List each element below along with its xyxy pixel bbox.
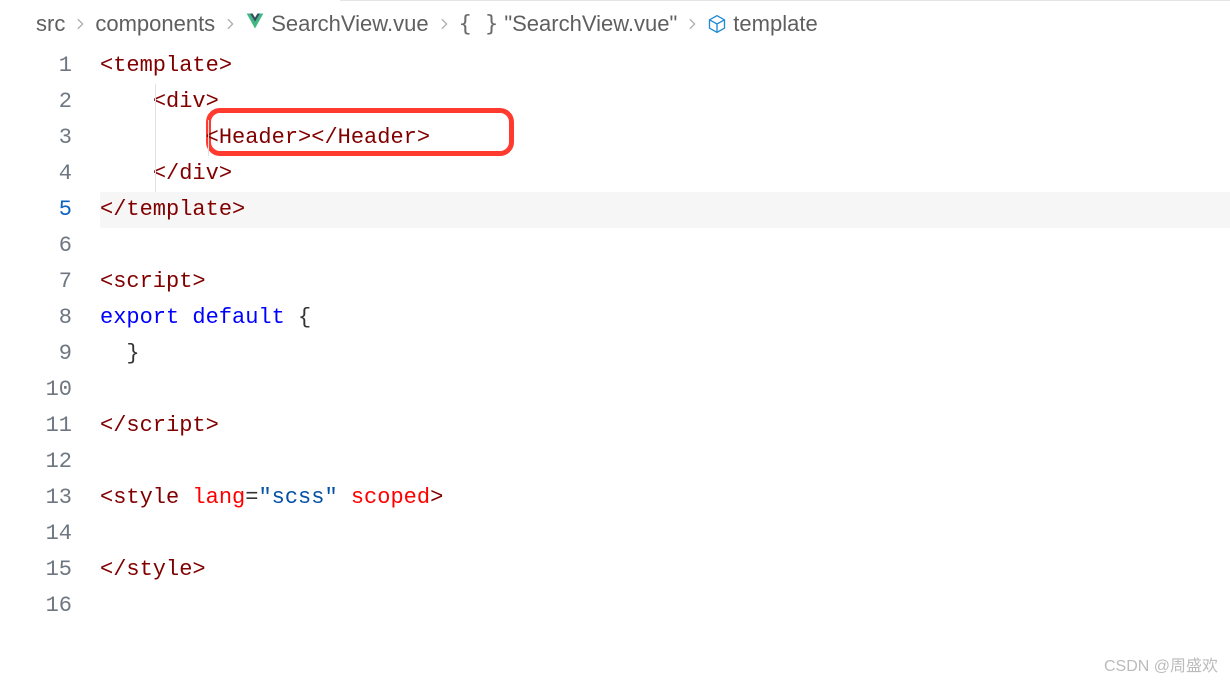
code-text: } — [100, 341, 140, 366]
line-number: 8 — [0, 300, 72, 336]
line-number: 15 — [0, 552, 72, 588]
line-number: 4 — [0, 156, 72, 192]
braces-icon: { } — [459, 12, 499, 37]
code-text: </template> — [100, 197, 245, 222]
breadcrumb-separator-icon — [223, 11, 237, 37]
code-line[interactable]: export default { — [100, 300, 1230, 336]
code-line[interactable]: </script> — [100, 408, 1230, 444]
breadcrumb: src components SearchView.vue { }"SearchVie… — [0, 0, 1230, 48]
code-line[interactable]: </div> — [100, 156, 1230, 192]
line-number: 10 — [0, 372, 72, 408]
line-number: 11 — [0, 408, 72, 444]
breadcrumb-item[interactable]: SearchView.vue — [245, 11, 428, 37]
breadcrumb-separator-icon — [437, 11, 451, 37]
breadcrumb-label: template — [733, 11, 817, 37]
line-number: 14 — [0, 516, 72, 552]
code-text: </div> — [100, 161, 232, 186]
breadcrumb-item[interactable]: { }"SearchView.vue" — [459, 11, 678, 37]
line-number: 3 — [0, 120, 72, 156]
line-number: 2 — [0, 84, 72, 120]
code-line[interactable]: </style> — [100, 552, 1230, 588]
line-number: 16 — [0, 588, 72, 624]
indent-guide — [208, 120, 209, 156]
code-line[interactable] — [100, 444, 1230, 480]
code-editor[interactable]: 12345678910111213141516 <template> <div>… — [0, 48, 1230, 624]
code-line[interactable]: <template> — [100, 48, 1230, 84]
code-area[interactable]: <template> <div> <Header></Header> </div… — [100, 48, 1230, 624]
code-line[interactable]: } — [100, 336, 1230, 372]
code-line[interactable]: </template> — [100, 192, 1230, 228]
code-line[interactable]: <style lang="scss" scoped> — [100, 480, 1230, 516]
code-line[interactable]: <script> — [100, 264, 1230, 300]
line-number: 1 — [0, 48, 72, 84]
breadcrumb-label: "SearchView.vue" — [504, 11, 677, 37]
line-number: 6 — [0, 228, 72, 264]
breadcrumb-separator-icon — [685, 11, 699, 37]
code-line[interactable]: <div> — [100, 84, 1230, 120]
breadcrumb-item[interactable]: template — [707, 11, 817, 37]
code-line[interactable] — [100, 372, 1230, 408]
code-text: <style lang="scss" scoped> — [100, 485, 443, 510]
breadcrumb-item[interactable]: components — [95, 11, 215, 37]
tab-border — [340, 0, 1230, 1]
code-text: </script> — [100, 413, 219, 438]
breadcrumb-item[interactable]: src — [36, 11, 65, 37]
vue-icon — [245, 11, 265, 37]
code-line[interactable]: <Header></Header> — [100, 120, 1230, 156]
breadcrumb-label: src — [36, 11, 65, 37]
breadcrumb-separator-icon — [73, 11, 87, 37]
code-text: </style> — [100, 557, 206, 582]
line-number: 9 — [0, 336, 72, 372]
code-text: <Header></Header> — [100, 125, 430, 150]
breadcrumb-label: components — [95, 11, 215, 37]
code-text: <template> — [100, 53, 232, 78]
code-line[interactable] — [100, 228, 1230, 264]
line-number: 5 — [0, 192, 72, 228]
watermark-text: CSDN @周盛欢 — [1104, 652, 1218, 676]
line-number: 7 — [0, 264, 72, 300]
code-line[interactable] — [100, 516, 1230, 552]
line-number-gutter: 12345678910111213141516 — [0, 48, 100, 624]
cube-icon — [707, 14, 727, 34]
breadcrumb-label: SearchView.vue — [271, 11, 428, 37]
indent-guide — [155, 120, 156, 156]
code-text: export default { — [100, 305, 311, 330]
code-text: <script> — [100, 269, 206, 294]
code-text: <div> — [100, 89, 219, 114]
code-line[interactable] — [100, 588, 1230, 624]
indent-guide — [155, 156, 156, 192]
line-number: 12 — [0, 444, 72, 480]
indent-guide — [155, 84, 156, 120]
line-number: 13 — [0, 480, 72, 516]
